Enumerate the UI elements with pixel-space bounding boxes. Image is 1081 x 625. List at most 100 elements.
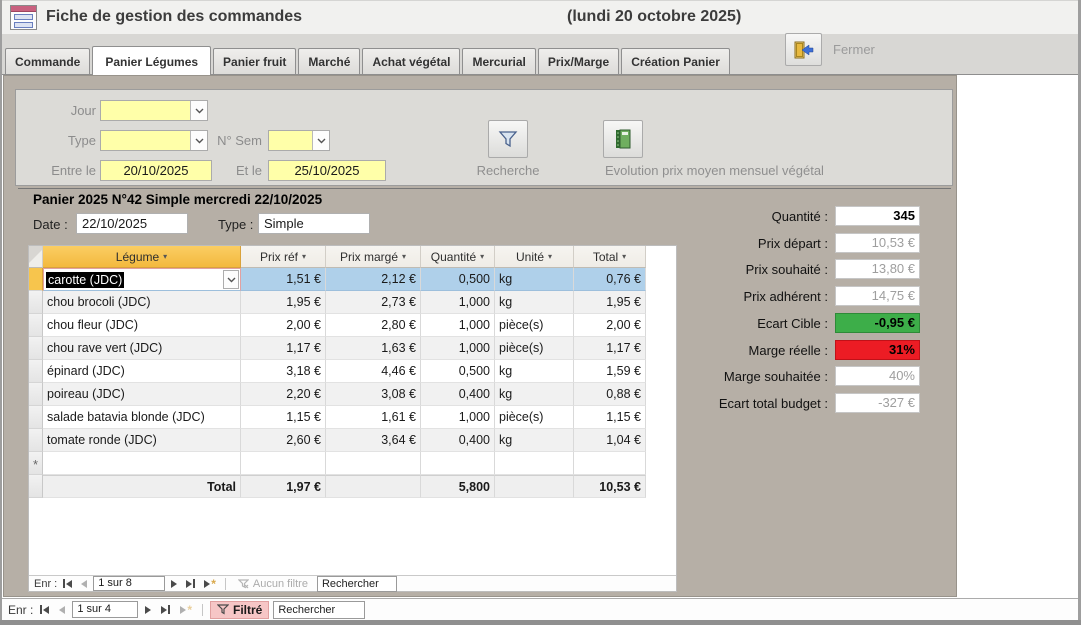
date-field[interactable]: 22/10/2025 (76, 213, 188, 234)
previous-record-button[interactable] (78, 580, 90, 588)
tab-marche[interactable]: Marché (298, 48, 360, 74)
evolution-button[interactable] (603, 120, 643, 158)
quantite-value[interactable]: 345 (835, 206, 920, 226)
last-record-button[interactable] (183, 579, 198, 588)
cell[interactable] (326, 452, 421, 475)
row-selector[interactable] (29, 360, 43, 383)
tab-commande[interactable]: Commande (5, 48, 90, 74)
cell[interactable]: 2,20 € (241, 383, 326, 406)
cell[interactable]: 0,500 (421, 268, 495, 291)
recherche-button[interactable] (488, 120, 528, 158)
cell[interactable] (421, 452, 495, 475)
first-record-button[interactable] (37, 605, 52, 614)
cell[interactable]: kg (495, 429, 574, 452)
cell[interactable]: 1,000 (421, 314, 495, 337)
col-header-prix-ref[interactable]: Prix réf▾ (241, 246, 326, 268)
row-selector[interactable] (29, 383, 43, 406)
record-position[interactable]: 1 sur 8 (93, 576, 165, 591)
cell[interactable] (43, 452, 241, 475)
cell[interactable] (241, 452, 326, 475)
no-filter-toggle[interactable]: Aucun filtre (232, 577, 314, 591)
cell[interactable]: poireau (JDC) (43, 383, 241, 406)
entre-le-field[interactable]: 20/10/2025 (100, 160, 212, 181)
cell[interactable]: épinard (JDC) (43, 360, 241, 383)
cell[interactable]: 1,15 € (241, 406, 326, 429)
row-selector[interactable] (29, 268, 43, 291)
filtered-toggle[interactable]: Filtré (210, 601, 269, 619)
row-selector[interactable] (29, 314, 43, 337)
tab-prix-marge[interactable]: Prix/Marge (538, 48, 619, 74)
dropdown-arrow-icon[interactable]: ▾ (622, 252, 626, 261)
cell[interactable]: 1,61 € (326, 406, 421, 429)
cell[interactable]: salade batavia blonde (JDC) (43, 406, 241, 429)
first-record-button[interactable] (60, 579, 75, 588)
col-header-legume[interactable]: Légume▾ (43, 246, 241, 268)
cell[interactable]: 1,000 (421, 406, 495, 429)
new-record-selector[interactable]: * (29, 452, 43, 475)
jour-combo[interactable] (100, 100, 208, 121)
cell[interactable]: kg (495, 383, 574, 406)
dropdown-arrow-icon[interactable]: ▾ (402, 252, 406, 261)
cell[interactable]: tomate ronde (JDC) (43, 429, 241, 452)
cell[interactable]: pièce(s) (495, 314, 574, 337)
cell[interactable] (574, 452, 646, 475)
combo-button[interactable] (223, 270, 239, 289)
tab-achat-vegetal[interactable]: Achat végétal (362, 48, 460, 74)
row-selector[interactable] (29, 291, 43, 314)
main-search-input[interactable]: Rechercher (273, 601, 365, 619)
cell[interactable]: 1,63 € (326, 337, 421, 360)
cell[interactable]: kg (495, 360, 574, 383)
row-selector[interactable] (29, 429, 43, 452)
tab-panier-legumes[interactable]: Panier Légumes (92, 46, 211, 75)
tab-creation-panier[interactable]: Création Panier (621, 48, 730, 74)
chevron-down-icon[interactable] (190, 101, 207, 120)
dropdown-arrow-icon[interactable]: ▾ (548, 252, 552, 261)
type-field[interactable]: Simple (258, 213, 370, 234)
type-combo[interactable] (100, 130, 208, 151)
cell[interactable]: 2,73 € (326, 291, 421, 314)
cell[interactable]: 3,08 € (326, 383, 421, 406)
next-record-button[interactable] (168, 580, 180, 588)
chevron-down-icon[interactable] (190, 131, 207, 150)
cell[interactable]: kg (495, 291, 574, 314)
cell[interactable]: pièce(s) (495, 337, 574, 360)
cell[interactable]: 3,18 € (241, 360, 326, 383)
cell[interactable]: 1,51 € (241, 268, 326, 291)
cell[interactable]: 4,46 € (326, 360, 421, 383)
cell[interactable]: chou fleur (JDC) (43, 314, 241, 337)
cell[interactable]: 0,400 (421, 383, 495, 406)
legume-edit-cell[interactable]: carotte (JDC) (43, 268, 241, 291)
cell[interactable]: 0,400 (421, 429, 495, 452)
cell[interactable] (495, 452, 574, 475)
tab-mercurial[interactable]: Mercurial (462, 48, 535, 74)
col-header-prix-marge[interactable]: Prix margé▾ (326, 246, 421, 268)
col-header-quantite[interactable]: Quantité▾ (421, 246, 495, 268)
cell[interactable]: 1,04 € (574, 429, 646, 452)
record-position[interactable]: 1 sur 4 (72, 601, 138, 618)
cell[interactable]: 2,80 € (326, 314, 421, 337)
cell[interactable]: chou rave vert (JDC) (43, 337, 241, 360)
row-selector[interactable] (29, 337, 43, 360)
et-le-field[interactable]: 25/10/2025 (268, 160, 386, 181)
next-record-button[interactable] (142, 606, 154, 614)
fermer-button[interactable] (785, 33, 822, 66)
col-header-unite[interactable]: Unité▾ (495, 246, 574, 268)
chevron-down-icon[interactable] (312, 131, 329, 150)
cell[interactable]: chou brocoli (JDC) (43, 291, 241, 314)
cell[interactable]: 3,64 € (326, 429, 421, 452)
new-record-button[interactable]: * (201, 580, 219, 588)
row-selector[interactable] (29, 406, 43, 429)
cell[interactable]: 0,500 (421, 360, 495, 383)
select-all-corner[interactable] (29, 246, 43, 268)
dropdown-arrow-icon[interactable]: ▾ (163, 252, 167, 261)
cell[interactable]: 2,12 € (326, 268, 421, 291)
cell[interactable]: 1,000 (421, 337, 495, 360)
subform-search-input[interactable]: Rechercher (317, 576, 397, 592)
num-sem-combo[interactable] (268, 130, 330, 151)
cell[interactable]: 1,000 (421, 291, 495, 314)
cell[interactable]: kg (495, 268, 574, 291)
cell[interactable]: 1,95 € (241, 291, 326, 314)
cell[interactable]: 2,00 € (241, 314, 326, 337)
last-record-button[interactable] (158, 605, 173, 614)
new-record-button[interactable]: * (177, 606, 195, 614)
